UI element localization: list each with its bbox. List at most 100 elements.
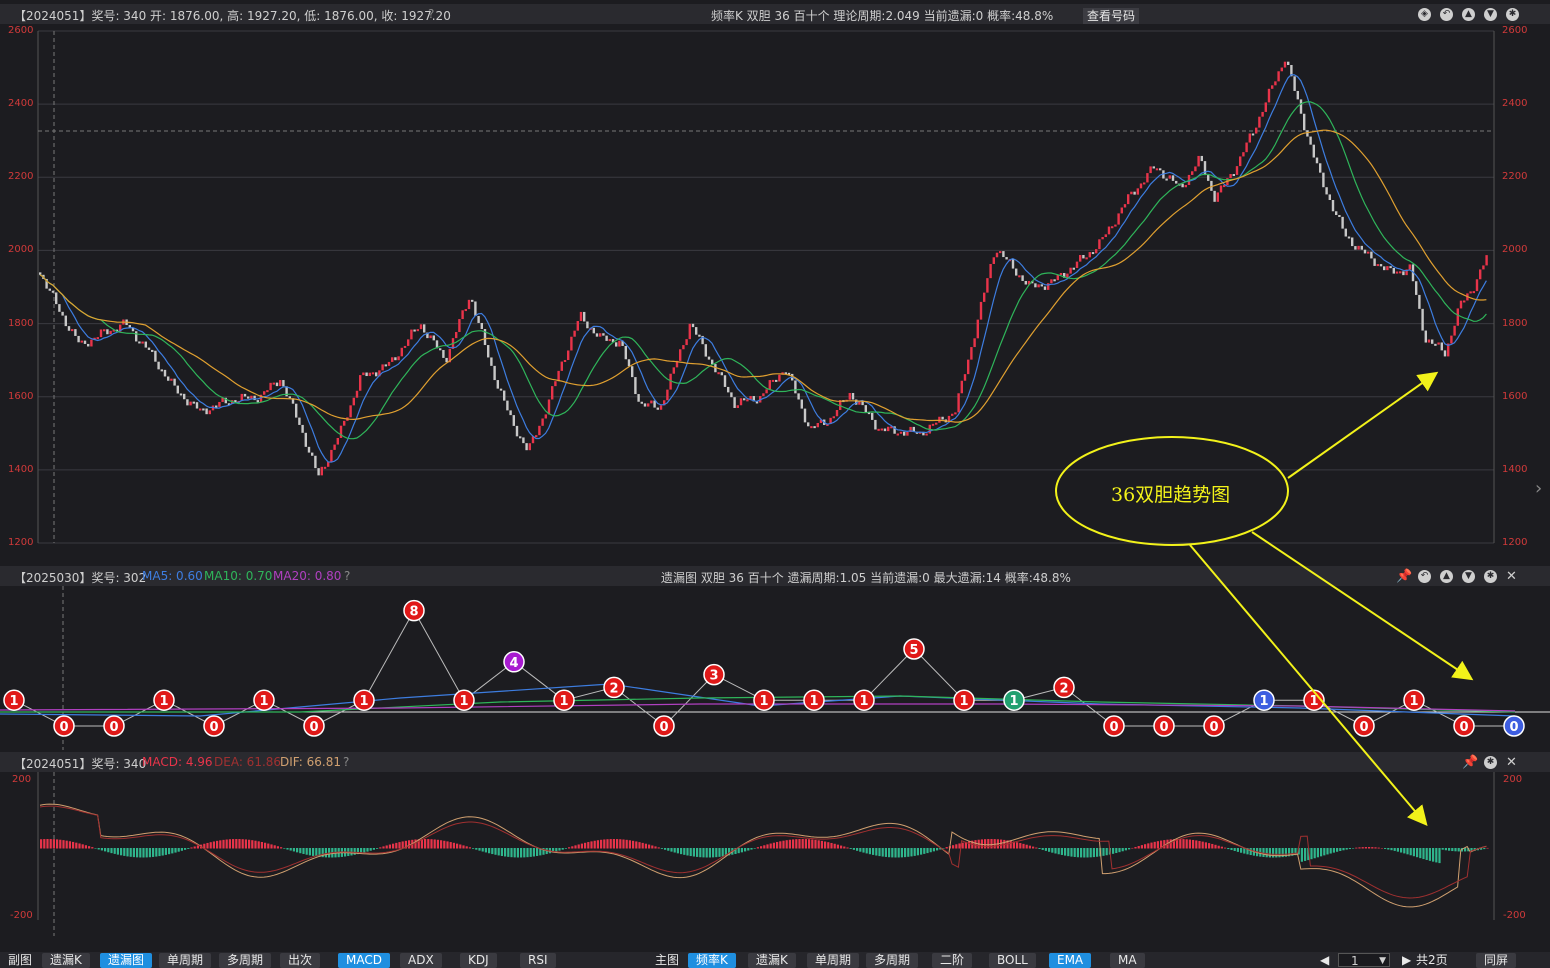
- candle: [1104, 234, 1107, 238]
- candle: [202, 408, 205, 411]
- compass-icon[interactable]: ◈: [1418, 8, 1431, 21]
- macd-bar: [564, 848, 567, 849]
- tab-main-boll[interactable]: BOLL: [989, 953, 1036, 968]
- candle: [1367, 251, 1370, 254]
- chevron-right-icon[interactable]: ›: [1535, 478, 1542, 499]
- down-arrow-icon[interactable]: ▼: [1462, 570, 1475, 583]
- candle: [999, 251, 1002, 254]
- sync-screen-button[interactable]: 同屏: [1476, 953, 1517, 968]
- macd-bar: [1080, 848, 1083, 858]
- close-icon[interactable]: ✕: [1506, 755, 1517, 770]
- macd-bar: [49, 839, 52, 849]
- candle: [1216, 192, 1219, 202]
- tab-sub-miss-chart[interactable]: 遗漏图: [100, 953, 153, 968]
- candle: [896, 433, 899, 436]
- macd-bar: [286, 848, 289, 850]
- next-page-icon[interactable]: ▶: [1402, 953, 1411, 968]
- candle: [1325, 187, 1328, 195]
- candle: [1347, 236, 1351, 239]
- tab-sub-rsi[interactable]: RSI: [520, 953, 556, 968]
- candle: [279, 380, 282, 387]
- candle: [1143, 182, 1146, 185]
- macd-bar: [580, 843, 583, 849]
- macd-bar: [126, 848, 129, 857]
- tab-main-second-order[interactable]: 二阶: [932, 953, 973, 968]
- macd-bar: [40, 839, 43, 849]
- tab-sub-occurrence[interactable]: 出次: [280, 953, 321, 968]
- candle: [1015, 268, 1018, 276]
- up-arrow-icon[interactable]: ▲: [1462, 8, 1475, 21]
- macd-tick-right-bottom: -200: [1503, 910, 1526, 921]
- candle: [1376, 264, 1379, 267]
- candle: [151, 349, 154, 352]
- macd-bar: [1393, 848, 1396, 851]
- settings-icon[interactable]: ✱: [1506, 8, 1519, 21]
- macd-bar: [120, 848, 123, 856]
- candle: [208, 410, 211, 415]
- page-select[interactable]: 1 ▼: [1338, 953, 1390, 968]
- macd-bar: [644, 843, 647, 849]
- candle: [771, 379, 775, 382]
- tab-sub-miss-k[interactable]: 遗漏K: [42, 953, 90, 968]
- tab-main-ma[interactable]: MA: [1110, 953, 1145, 968]
- candle: [1267, 88, 1271, 103]
- candle: [954, 412, 957, 415]
- candle: [64, 315, 67, 327]
- tab-main-frequency-k[interactable]: 频率K: [688, 953, 736, 968]
- undo-icon[interactable]: ↶: [1440, 8, 1453, 21]
- tab-sub-adx[interactable]: ADX: [400, 953, 442, 968]
- settings-icon[interactable]: ✱: [1484, 756, 1497, 769]
- prev-page-icon[interactable]: ◀: [1320, 953, 1329, 968]
- candle: [963, 374, 967, 381]
- macd-bar: [692, 848, 695, 857]
- candle: [96, 337, 99, 340]
- tab-sub-multi-cycle[interactable]: 多周期: [219, 953, 272, 968]
- question-circle-icon[interactable]: ?: [343, 755, 349, 769]
- pin-icon[interactable]: 📌: [1396, 569, 1412, 584]
- candle: [397, 356, 400, 361]
- candle: [179, 393, 183, 396]
- macd-bar: [1483, 848, 1486, 850]
- tab-main-multi-cycle[interactable]: 多周期: [866, 953, 919, 968]
- candle: [1415, 281, 1418, 295]
- settings-icon[interactable]: ✱: [1484, 570, 1497, 583]
- candle: [106, 329, 109, 335]
- candle: [1034, 283, 1037, 288]
- macd-bar: [1000, 839, 1003, 849]
- question-circle-icon[interactable]: ?: [344, 569, 350, 583]
- candle: [339, 425, 343, 438]
- main-chart-label: 主图: [655, 953, 680, 967]
- pin-icon[interactable]: 📌: [1462, 755, 1478, 770]
- down-arrow-icon[interactable]: ▼: [1484, 8, 1497, 21]
- macd-bar: [1224, 847, 1227, 849]
- tab-main-ema[interactable]: EMA: [1049, 953, 1092, 968]
- macd-bar: [1032, 846, 1035, 849]
- tab-sub-kdj[interactable]: KDJ: [460, 953, 497, 968]
- up-arrow-icon[interactable]: ▲: [1440, 570, 1453, 583]
- macd-bar: [779, 841, 782, 849]
- view-numbers-button[interactable]: 查看号码: [1083, 8, 1140, 24]
- macd-bar: [654, 846, 657, 849]
- macd-bar: [849, 848, 852, 849]
- macd-bar: [1304, 848, 1307, 861]
- macd-bar: [596, 840, 599, 849]
- macd-bar: [46, 839, 49, 849]
- candle: [1245, 142, 1248, 153]
- candle: [810, 426, 813, 429]
- undo-icon[interactable]: ↶: [1418, 570, 1431, 583]
- macd-bar: [532, 848, 535, 857]
- candle: [899, 431, 903, 434]
- sub-chart-label: 副图: [8, 953, 33, 967]
- candle: [1395, 271, 1399, 274]
- macd-bar: [136, 848, 139, 858]
- question-circle-icon[interactable]: ?: [428, 7, 434, 21]
- main-panel-header: 【2024051】奖号: 340 开: 1876.00, 高: 1927.20,…: [0, 4, 1550, 24]
- tab-main-miss-k[interactable]: 遗漏K: [748, 953, 796, 968]
- candle: [1299, 99, 1303, 114]
- tab-sub-macd[interactable]: MACD: [338, 953, 390, 968]
- macd-bar: [1019, 843, 1022, 849]
- tab-sub-single-cycle[interactable]: 单周期: [159, 953, 212, 968]
- tab-main-single-cycle[interactable]: 单周期: [807, 953, 860, 968]
- candle: [1456, 308, 1459, 326]
- close-icon[interactable]: ✕: [1506, 569, 1517, 584]
